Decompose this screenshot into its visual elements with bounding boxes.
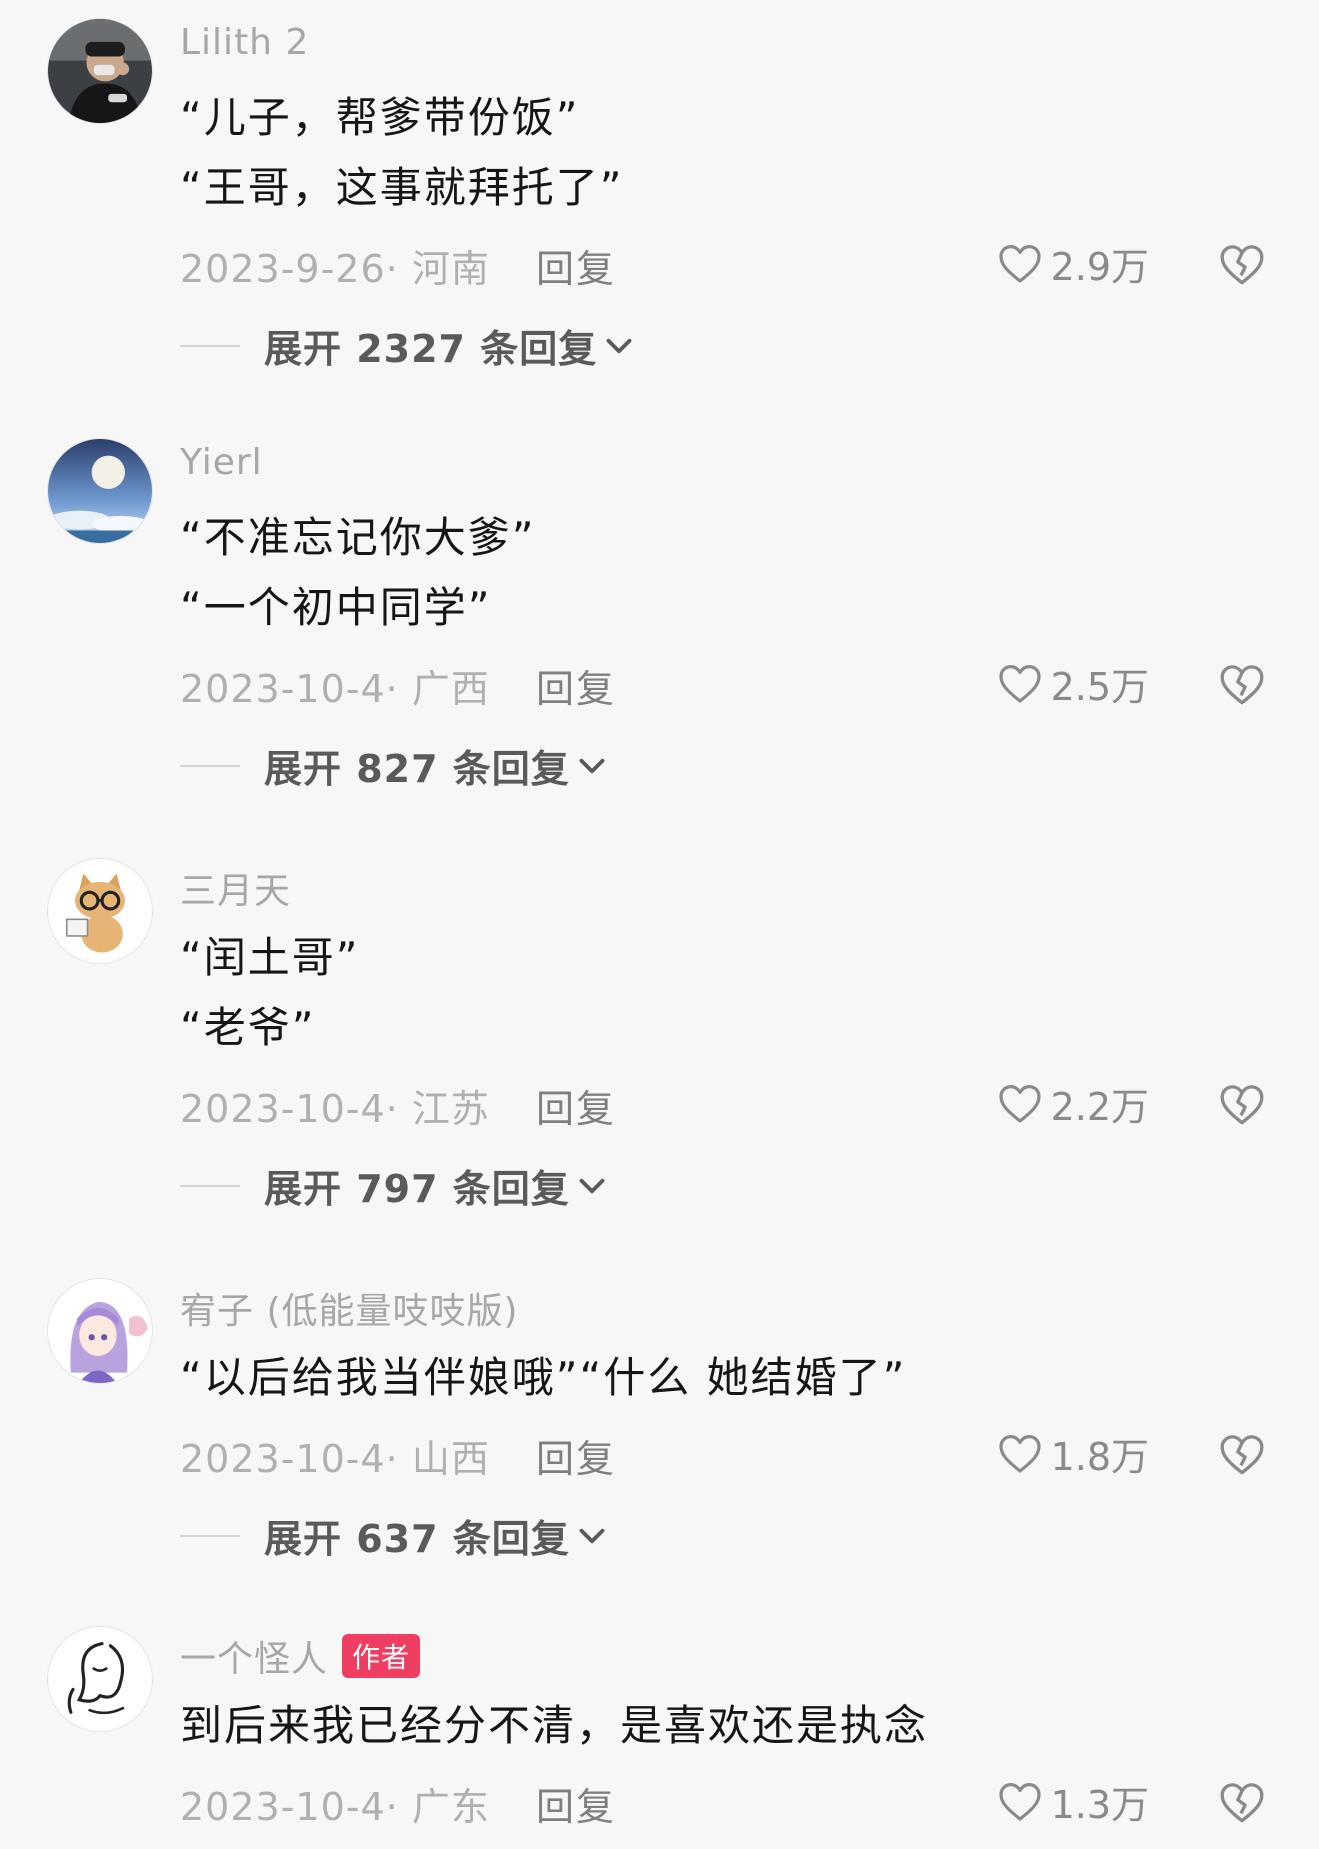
heart-outline-icon — [998, 1434, 1041, 1473]
avatar[interactable] — [47, 858, 153, 964]
cat-glasses-avatar-icon — [48, 859, 152, 963]
chevron-down-icon — [579, 1178, 605, 1193]
chevron-down-icon — [579, 758, 605, 773]
comment-text-line: “老爷” — [180, 1003, 316, 1052]
expand-replies-button[interactable]: 展开 827 条回复 — [180, 738, 606, 793]
like-button[interactable]: 2.5万 — [995, 656, 1149, 711]
comment-date-location: 2023-10-4· 江苏 — [180, 1087, 490, 1131]
comment-text-line: “以后给我当伴娘哦”“什么 她结婚了” — [180, 1353, 907, 1402]
comment-date-location: 2023-9-26· 河南 — [180, 247, 490, 291]
moon-sky-avatar-icon — [48, 439, 152, 543]
expand-replies-label: 展开 2327 条回复 — [264, 327, 598, 371]
reply-button[interactable]: 回复 — [536, 238, 616, 293]
reply-button[interactable]: 回复 — [536, 1428, 616, 1483]
divider-dash — [180, 1534, 240, 1537]
broken-heart-icon[interactable] — [1216, 1080, 1268, 1130]
username[interactable]: Yierl — [180, 442, 263, 483]
username[interactable]: Lilith 2 — [180, 22, 309, 63]
avatar[interactable] — [47, 1626, 153, 1732]
like-count: 1.8万 — [1050, 1435, 1149, 1479]
like-button[interactable]: 1.8万 — [995, 1426, 1149, 1481]
reply-button[interactable]: 回复 — [536, 1776, 616, 1831]
comment-text-line: 到后来我已经分不清，是喜欢还是执念 — [180, 1701, 929, 1750]
like-button[interactable]: 1.3万 — [995, 1774, 1149, 1829]
avatar[interactable] — [47, 1278, 153, 1384]
broken-heart-icon[interactable] — [1216, 1778, 1268, 1828]
anime-girl-avatar-icon — [48, 1279, 152, 1383]
chevron-down-icon — [606, 338, 632, 353]
like-button[interactable]: 2.9万 — [995, 236, 1149, 291]
comment-date-location: 2023-10-4· 广东 — [180, 1785, 490, 1829]
avatar[interactable] — [47, 18, 153, 124]
comment-text-line: “一个初中同学” — [180, 583, 492, 632]
divider-dash — [180, 764, 240, 767]
chevron-down-icon — [579, 1528, 605, 1543]
reply-button[interactable]: 回复 — [536, 1078, 616, 1133]
broken-heart-icon[interactable] — [1216, 1430, 1268, 1480]
comment-date-location: 2023-10-4· 广西 — [180, 667, 490, 711]
heart-outline-icon — [998, 1782, 1041, 1821]
expand-replies-button[interactable]: 展开 2327 条回复 — [180, 318, 633, 373]
comment-text-line: “儿子，帮爹带份饭” — [180, 93, 580, 142]
username[interactable]: 宥子 (低能量吱吱版) — [180, 1282, 519, 1334]
broken-heart-icon[interactable] — [1216, 240, 1268, 290]
like-count: 2.5万 — [1050, 665, 1149, 709]
expand-replies-button[interactable]: 展开 797 条回复 — [180, 1158, 606, 1213]
like-count: 2.9万 — [1050, 245, 1149, 289]
line-art-face-avatar-icon — [48, 1627, 152, 1731]
comment-text-line: “王哥，这事就拜托了” — [180, 163, 624, 212]
username-text: 一个怪人 — [180, 1639, 329, 1680]
username[interactable]: 一个怪人 作者 — [180, 1630, 421, 1682]
expand-replies-label: 展开 637 条回复 — [264, 1517, 570, 1561]
comment-date-location: 2023-10-4· 山西 — [180, 1437, 490, 1481]
heart-outline-icon — [998, 1084, 1041, 1123]
divider-dash — [180, 344, 240, 347]
avatar[interactable] — [47, 438, 153, 544]
like-button[interactable]: 2.2万 — [995, 1076, 1149, 1131]
like-count: 1.3万 — [1050, 1783, 1149, 1827]
username[interactable]: 三月天 — [180, 862, 291, 914]
comment-text-line: “不准忘记你大爹” — [180, 513, 536, 562]
comment-text-line: “闰土哥” — [180, 933, 360, 982]
expand-replies-label: 展开 797 条回复 — [264, 1167, 570, 1211]
reply-button[interactable]: 回复 — [536, 658, 616, 713]
heart-outline-icon — [998, 244, 1041, 283]
expand-replies-label: 展开 827 条回复 — [264, 747, 570, 791]
divider-dash — [180, 1184, 240, 1187]
author-badge: 作者 — [342, 1634, 421, 1678]
broken-heart-icon[interactable] — [1216, 660, 1268, 710]
like-count: 2.2万 — [1050, 1085, 1149, 1129]
expand-replies-button[interactable]: 展开 637 条回复 — [180, 1508, 606, 1563]
person-photo-avatar-icon — [48, 19, 152, 123]
heart-outline-icon — [998, 664, 1041, 703]
